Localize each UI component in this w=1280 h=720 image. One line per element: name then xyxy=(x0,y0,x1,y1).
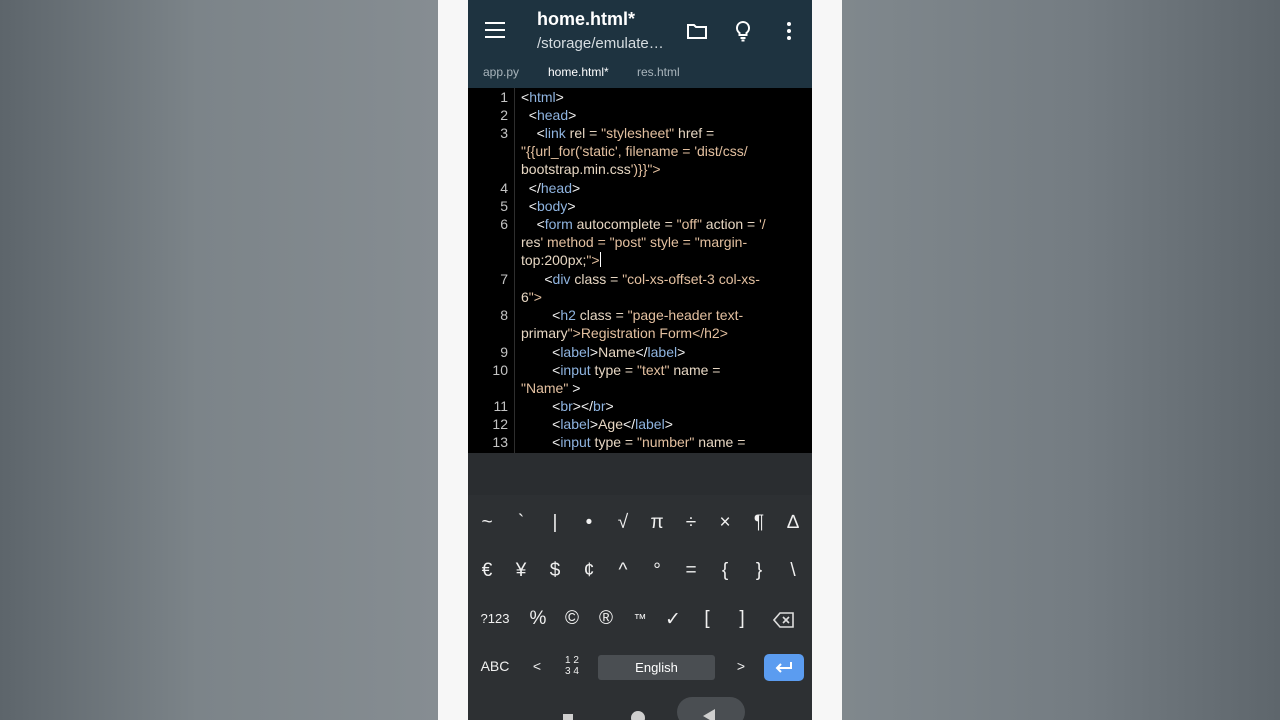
line-number: 3 xyxy=(500,125,508,141)
system-nav-bar xyxy=(468,697,812,720)
file-path: /storage/emulate… xyxy=(537,35,664,52)
file-tabs: app.py home.html* res.html xyxy=(468,62,812,86)
key-cent[interactable]: ¢ xyxy=(574,560,604,582)
key-pi[interactable]: π xyxy=(642,512,672,534)
tab-home-html[interactable]: home.html* xyxy=(548,65,609,79)
key-abc[interactable]: ABC xyxy=(478,658,512,674)
key-multiply[interactable]: × xyxy=(710,512,740,534)
code-line: "Name" > xyxy=(521,380,581,396)
key-registered[interactable]: ® xyxy=(591,608,621,630)
phone-screen: home.html* /storage/emulate… app.py home… xyxy=(468,0,812,720)
key-divide[interactable]: ÷ xyxy=(676,512,706,534)
lightbulb-icon[interactable] xyxy=(731,19,755,43)
line-number: 5 xyxy=(500,198,508,214)
key-right-brace[interactable]: } xyxy=(744,560,774,582)
key-caret[interactable]: ^ xyxy=(608,560,638,582)
key-greater-than[interactable]: > xyxy=(726,658,756,674)
code-line: <html> xyxy=(521,89,564,105)
keyboard-suggestion-strip xyxy=(468,453,812,495)
tab-app-py[interactable]: app.py xyxy=(483,65,519,79)
app-bar: home.html* /storage/emulate… app.py home… xyxy=(468,0,812,88)
code-line: primary">Registration Form</h2> xyxy=(521,325,728,341)
code-line: <label>Name</label> xyxy=(552,344,686,360)
key-pilcrow[interactable]: ¶ xyxy=(744,512,774,534)
code-line: 6"> xyxy=(521,289,542,305)
menu-icon[interactable] xyxy=(485,22,505,38)
enter-icon xyxy=(775,662,792,673)
code-line: <body> xyxy=(528,198,576,214)
key-left-bracket[interactable]: [ xyxy=(692,608,722,630)
background-right xyxy=(842,0,1280,720)
file-title: home.html* xyxy=(537,9,636,29)
key-yen[interactable]: ¥ xyxy=(506,560,536,582)
key-right-bracket[interactable]: ] xyxy=(727,608,757,630)
code-line: "{{url_for('static', filename = 'dist/cs… xyxy=(521,143,748,159)
key-delta[interactable]: ∆ xyxy=(778,512,808,534)
line-number: 7 xyxy=(500,271,508,287)
key-pipe[interactable]: | xyxy=(540,512,570,534)
code-line: <h2 class = "page-header text- xyxy=(552,307,744,323)
key-bullet[interactable]: • xyxy=(574,512,604,534)
key-backslash[interactable]: \ xyxy=(778,560,808,582)
code-line: <head> xyxy=(528,107,577,123)
backspace-icon[interactable] xyxy=(773,611,795,629)
line-number: 13 xyxy=(492,434,508,450)
recents-icon[interactable] xyxy=(563,714,573,720)
folder-icon[interactable] xyxy=(685,19,709,43)
key-dollar[interactable]: $ xyxy=(540,560,570,582)
code-line: <div class = "col-xs-offset-3 col-xs- xyxy=(544,271,760,287)
text-cursor xyxy=(599,252,601,267)
key-percent[interactable]: % xyxy=(523,608,553,630)
key-less-than[interactable]: < xyxy=(522,658,552,674)
code-line: top:200px;"> xyxy=(521,252,601,268)
enter-key[interactable] xyxy=(764,654,804,681)
code-line: <input type = "text" name = xyxy=(552,362,721,378)
key-checkmark[interactable]: ✓ xyxy=(658,608,688,631)
line-number: 8 xyxy=(500,307,508,323)
key-equals[interactable]: = xyxy=(676,560,706,582)
space-bar[interactable]: English xyxy=(598,655,715,680)
code-line: </head> xyxy=(528,180,581,196)
code-line: <input type = "number" name = xyxy=(552,434,746,450)
code-line: res' method = "post" style = "margin- xyxy=(521,234,748,250)
line-number: 1 xyxy=(500,89,508,105)
code-line: <label>Age</label> xyxy=(552,416,673,432)
key-trademark[interactable]: ™ xyxy=(625,611,655,626)
keyboard: ~ ` | • √ π ÷ × ¶ ∆ € ¥ $ ¢ ^ ° = { } \ … xyxy=(468,495,812,720)
home-icon[interactable] xyxy=(631,711,645,720)
key-copyright[interactable]: © xyxy=(557,608,587,630)
tab-res-html[interactable]: res.html xyxy=(637,65,680,79)
code-line: bootstrap.min.css')}}"> xyxy=(521,161,661,177)
key-sqrt[interactable]: √ xyxy=(608,512,638,534)
line-number: 4 xyxy=(500,180,508,196)
nav-back-pill[interactable] xyxy=(677,697,745,720)
frame-right xyxy=(812,0,842,720)
background-left xyxy=(0,0,438,720)
code-line: <br></br> xyxy=(552,398,614,414)
line-number: 10 xyxy=(492,362,508,378)
line-number: 12 xyxy=(492,416,508,432)
key-tilde[interactable]: ~ xyxy=(472,512,502,534)
key-degree[interactable]: ° xyxy=(642,560,672,582)
line-number: 11 xyxy=(493,398,508,414)
code-line: <link rel = "stylesheet" href = xyxy=(536,125,715,141)
line-number: 6 xyxy=(500,216,508,232)
key-numbers-grid[interactable]: 1 2 3 4 xyxy=(557,655,587,677)
code-line: <form autocomplete = "off" action = '/ xyxy=(536,216,766,232)
key-backtick[interactable]: ` xyxy=(506,512,536,534)
line-number: 9 xyxy=(500,344,508,360)
back-icon xyxy=(703,709,715,720)
line-number-gutter: 1 2 3 4 5 6 7 8 9 10 11 12 13 xyxy=(468,88,515,453)
code-editor[interactable]: 1 2 3 4 5 6 7 8 9 10 11 12 13 <html> <he… xyxy=(468,88,812,453)
line-number: 2 xyxy=(500,107,508,123)
key-left-brace[interactable]: { xyxy=(710,560,740,582)
more-vert-icon[interactable] xyxy=(777,19,801,43)
key-symbols-123[interactable]: ?123 xyxy=(477,611,513,626)
key-euro[interactable]: € xyxy=(472,560,502,582)
frame-left xyxy=(438,0,468,720)
